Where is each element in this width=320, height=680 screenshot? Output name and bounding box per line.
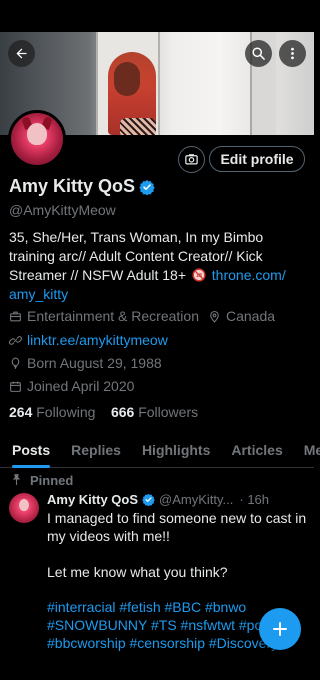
tab-posts[interactable]: Posts [12, 432, 51, 468]
post-body[interactable]: I managed to find someone new to cast in… [47, 509, 309, 599]
profile-bio: 35, She/Her, Trans Woman, In my Bimbo tr… [9, 228, 307, 304]
search-icon [252, 47, 265, 60]
profile-website-link[interactable]: linktr.ee/amykittymeow [27, 332, 168, 348]
following-count: 264 [9, 404, 33, 420]
balloon-icon [11, 357, 20, 369]
post-header: Amy Kitty QoS @AmyKitty... · 16h [47, 492, 269, 507]
post-avatar-face [19, 499, 29, 511]
post-timestamp[interactable]: · 16h [239, 492, 269, 507]
profile-name: Amy Kitty QoS [9, 176, 136, 196]
camera-button[interactable] [178, 146, 205, 173]
post-text-line-2: Let me know what you think? [47, 564, 228, 580]
post-text-line-1: I managed to find someone new to cast in… [47, 510, 307, 544]
link-icon [9, 335, 22, 345]
plus-icon [273, 622, 287, 636]
compose-button[interactable] [259, 608, 301, 650]
tab-highlights[interactable]: Highlights [142, 432, 210, 468]
profile-website-row: linktr.ee/amykittymeow [9, 332, 168, 348]
calendar-icon [10, 381, 21, 392]
verified-badge-icon [142, 493, 155, 506]
follow-stats: 264 Following 666 Followers [9, 404, 198, 420]
pin-icon [12, 474, 21, 485]
post-author-handle[interactable]: @AmyKitty... [159, 492, 233, 507]
edit-profile-button[interactable]: Edit profile [209, 146, 305, 172]
tab-replies[interactable]: Replies [71, 432, 121, 468]
banner-hair [114, 62, 140, 96]
profile-birthday-row: Born August 29, 1988 [9, 355, 162, 371]
tab-media[interactable]: Me [304, 432, 320, 468]
search-button[interactable] [245, 40, 272, 67]
briefcase-icon [10, 311, 21, 321]
profile-name-row: Amy Kitty QoS [9, 176, 155, 197]
profile-joined: Joined April 2020 [27, 378, 135, 394]
profile-avatar[interactable] [8, 110, 66, 168]
camera-icon [185, 154, 198, 165]
location-pin-icon [210, 310, 219, 323]
no-under-18-icon: 18 [192, 268, 206, 282]
arrow-left-icon [16, 48, 27, 59]
status-bar [0, 0, 314, 32]
profile-meta-category-row: Entertainment & Recreation Canada [9, 308, 275, 324]
back-button[interactable] [8, 40, 35, 67]
post-author-avatar[interactable] [9, 493, 39, 523]
tab-articles[interactable]: Articles [231, 432, 282, 468]
followers-count: 666 [110, 404, 135, 420]
banner-stockings [120, 118, 156, 135]
pinned-label: Pinned [30, 473, 74, 488]
profile-tabs: Posts Replies Highlights Articles Me [0, 432, 320, 468]
more-button[interactable] [279, 40, 306, 67]
followers-link[interactable]: 666 Followers [111, 404, 198, 420]
following-label: Following [36, 404, 96, 420]
profile-joined-row: Joined April 2020 [9, 378, 134, 394]
profile-location: Canada [225, 308, 276, 324]
post-author-name[interactable]: Amy Kitty QoS [47, 492, 138, 507]
following-link[interactable]: 264 Following [9, 404, 95, 420]
profile-birthday: Born August 29, 1988 [27, 355, 162, 371]
verified-badge-icon[interactable] [139, 179, 155, 195]
followers-label: Followers [138, 404, 199, 420]
svg-text:18: 18 [196, 273, 202, 279]
profile-handle: @AmyKittyMeow [9, 202, 116, 218]
pinned-indicator: Pinned [12, 473, 74, 488]
more-vertical-icon [291, 47, 294, 60]
profile-category: Entertainment & Recreation [27, 308, 199, 324]
avatar-face [27, 123, 47, 145]
